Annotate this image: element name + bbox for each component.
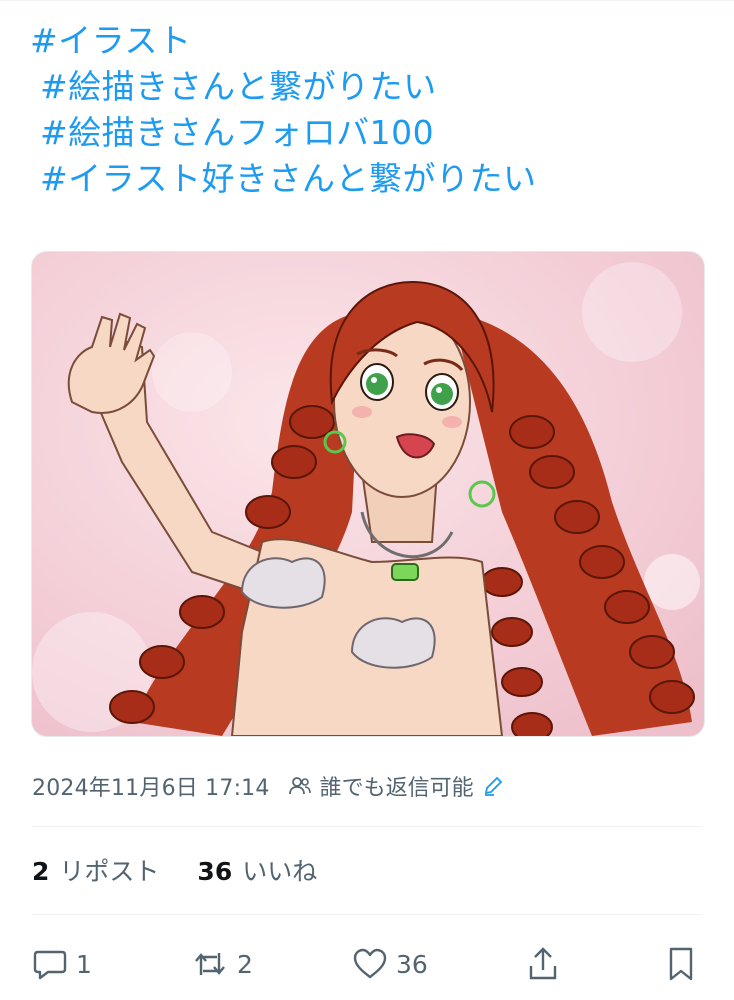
share-icon	[527, 946, 559, 982]
reply-setting-label: 誰でも返信可能	[319, 776, 474, 801]
hashtag-link[interactable]: #イラスト好きさんと繋がりたい	[30, 156, 710, 202]
tweet-image[interactable]	[31, 251, 705, 737]
reposts-stat[interactable]: 2 リポスト	[32, 852, 159, 888]
likes-stat[interactable]: 36 いいね	[197, 852, 317, 888]
reply-setting[interactable]: 誰でも返信可能	[288, 770, 504, 802]
top-divider	[0, 0, 734, 1]
repost-icon	[191, 947, 229, 981]
like-count: 36	[396, 949, 428, 979]
repost-button[interactable]: 2	[191, 947, 253, 981]
pen-icon	[482, 775, 504, 797]
likes-label: いいね	[242, 857, 318, 886]
hashtag-link[interactable]: #絵描きさんと繋がりたい	[30, 64, 710, 110]
reply-count: 1	[76, 949, 92, 979]
bookmark-icon	[666, 946, 696, 982]
repost-count: 2	[237, 949, 253, 979]
reply-button[interactable]: 1	[32, 947, 92, 981]
divider	[32, 914, 702, 915]
likes-count: 36	[197, 857, 233, 886]
like-icon	[352, 947, 388, 981]
engagement-stats: 2 リポスト 36 いいね	[32, 850, 355, 890]
tweet-meta: 2024年11月6日 17:14 誰でも返信可能	[32, 768, 504, 804]
action-bar: 1 2 36	[32, 940, 704, 988]
timestamp[interactable]: 2024年11月6日 17:14	[32, 770, 270, 802]
tweet-text: #イラスト #絵描きさんと繋がりたい #絵描きさんフォロバ100 #イラスト好き…	[30, 18, 710, 202]
people-icon	[288, 775, 312, 797]
hashtag-link[interactable]: #イラスト	[30, 18, 710, 64]
reposts-label: リポスト	[59, 857, 160, 886]
like-button[interactable]: 36	[352, 947, 428, 981]
reposts-count: 2	[32, 857, 50, 886]
reply-icon	[32, 947, 68, 981]
bookmark-button[interactable]	[666, 946, 704, 982]
hashtag-link[interactable]: #絵描きさんフォロバ100	[30, 110, 710, 156]
share-button[interactable]	[527, 946, 567, 982]
divider	[32, 826, 702, 827]
mermaid-illustration	[32, 252, 704, 736]
